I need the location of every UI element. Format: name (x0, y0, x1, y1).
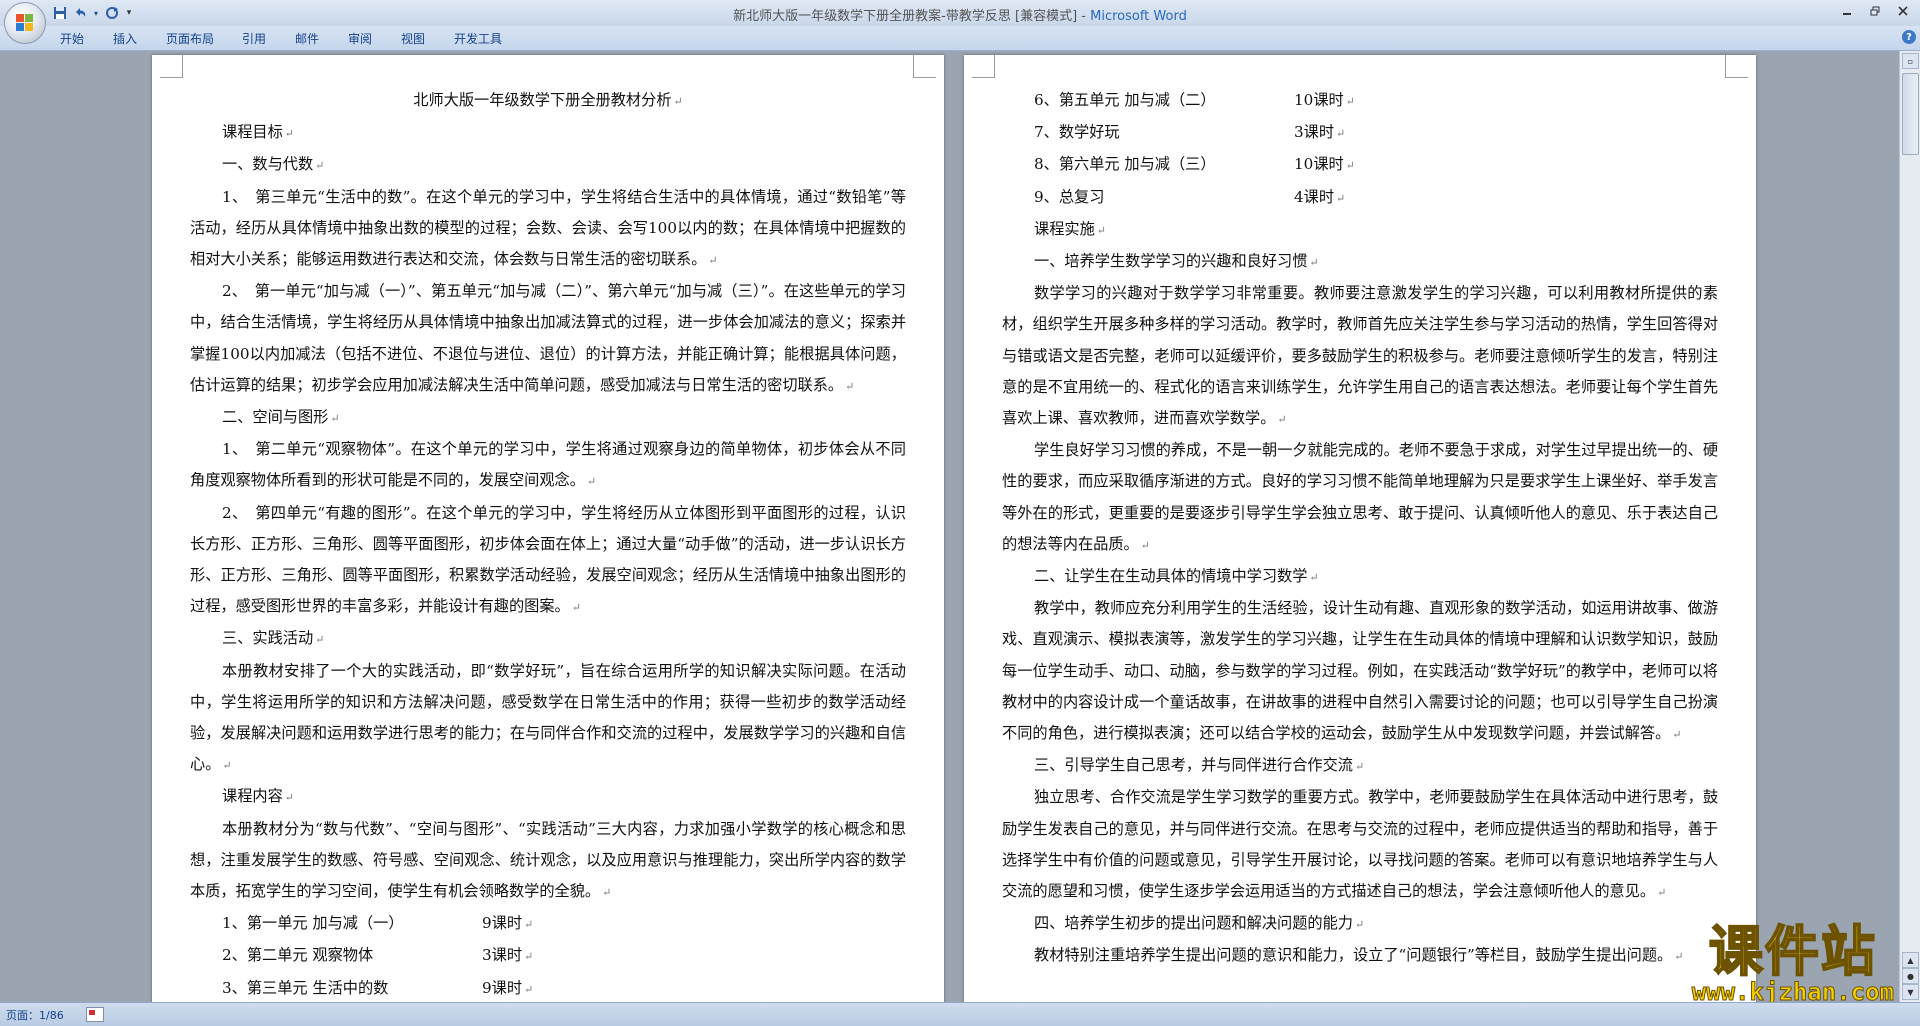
corner-mark (913, 55, 936, 78)
document-title: 北师大版一年级数学下册全册教材分析 ↵ (413, 91, 683, 109)
page-2-body[interactable]: 6、第五单元 加与减（二） 10课时 ↵ 7、数学好玩 3课时 ↵ 8、第六单元 加… (1002, 85, 1718, 973)
unit-row: 2、第二单元 观察物体 3课时 ↵ (190, 940, 906, 972)
office-button[interactable] (4, 2, 46, 44)
paragraph: 1、 第二单元“观察物体”。在这个单元的学习中，学生将通过观察身边的简单物体，初… (190, 440, 906, 490)
unit-name: 2、第二单元 观察物体 (222, 946, 374, 965)
restore-icon[interactable] (1862, 2, 1888, 20)
paragraph: 2、 第四单元“有趣的图形”。在这个单元的学习中，学生将经历从立体图形到平面图形… (190, 503, 906, 616)
unit-row: 1、第一单元 加与减（一） 9课时 ↵ (190, 908, 906, 940)
ribbon-tabs: 开始 插入 页面布局 引用 邮件 审阅 视图 开发工具 ? (0, 26, 1920, 51)
paragraph: 教材特别注重培养学生提出问题的意识和能力，设立了“问题银行”等栏目，鼓励学生提出… (1034, 946, 1684, 965)
unit-row: 9、总复习 4课时 ↵ (1002, 182, 1718, 214)
paragraph: 本册教材分为“数与代数”、“空间与图形”、“实践活动”三大内容，力求加强小学数学… (190, 819, 906, 901)
paragraph: 2、 第一单元“加与减（一）”、第五单元“加与减（二）”、第六单元“加与减（三）… (190, 282, 906, 394)
unit-row: 7、数学好玩 3课时 ↵ (1002, 117, 1718, 149)
heading: 三、引导学生自己思考，并与同伴进行合作交流 ↵ (1034, 756, 1365, 775)
paragraph: 独立思考、合作交流是学生学习数学的重要方式。教学中，老师要鼓励学生在具体活动中进… (1002, 788, 1718, 901)
unit-name: 6、第五单元 加与减（二） (1034, 91, 1216, 109)
unit-name: 9、总复习 (1034, 187, 1105, 206)
unit-name: 7、数学好玩 (1034, 123, 1120, 142)
paragraph: 学生良好学习习惯的养成，不是一朝一夕就能完成的。老师不要急于求成，对学生过早提出… (1002, 441, 1718, 553)
unit-name: 3、第三单元 生活中的数 (222, 978, 389, 997)
tab-insert[interactable]: 插入 (113, 30, 137, 47)
title-bar: ▾ ▾ 新北师大版一年级数学下册全册教案-带教学反思 [兼容模式] - Micr… (0, 0, 1920, 26)
window-title: 新北师大版一年级数学下册全册教案-带教学反思 [兼容模式] - Microsof… (0, 5, 1920, 24)
unit-hours: 3课时 ↵ (482, 946, 534, 965)
previous-page-icon[interactable]: ▲ (1902, 952, 1919, 968)
paragraph: 教学中，教师应充分利用学生的生活经验，设计生动有趣、直观形象的数学活动，如运用讲… (1002, 599, 1718, 743)
document-area[interactable]: 北师大版一年级数学下册全册教材分析 ↵ 课程目标 ↵ 一、数与代数 ↵ 1、 第三单元… (0, 51, 1900, 1002)
tab-home[interactable]: 开始 (60, 30, 84, 47)
scrollbar-thumb[interactable] (1902, 73, 1919, 155)
tab-view[interactable]: 视图 (401, 30, 425, 47)
paragraph: 1、 第三单元“生活中的数”。在这个单元的学习中，学生将结合生活中的具体情境，通… (190, 187, 906, 269)
page-count[interactable]: 页面：1/86 (6, 1007, 64, 1023)
tab-developer[interactable]: 开发工具 (454, 30, 502, 47)
corner-mark (972, 55, 995, 78)
unit-row: 8、第六单元 加与减（三） 10课时 ↵ (1002, 149, 1718, 181)
heading: 三、实践活动 ↵ (222, 629, 325, 648)
unit-name: 1、第一单元 加与减（一） (222, 914, 404, 933)
document-name: 新北师大版一年级数学下册全册教案-带教学反思 [兼容模式] (733, 9, 1078, 24)
next-page-icon[interactable]: ▼ (1902, 984, 1919, 1000)
paragraph: 数学学习的兴趣对于数学学习非常重要。教师要注意激发学生的学习兴趣，可以利用教材所… (1002, 284, 1718, 428)
watermark-url: www.kjzhan.com (1691, 978, 1894, 1006)
select-browse-object-icon[interactable]: ● (1902, 968, 1919, 984)
watermark: 课件站 www.kjzhan.com (1691, 920, 1894, 1006)
unit-hours: 9课时 ↵ (482, 978, 534, 997)
heading: 课程实施 ↵ (1034, 219, 1106, 238)
unit-name: 8、第六单元 加与减（三） (1034, 155, 1216, 174)
heading: 四、培养学生初步的提出问题和解决问题的能力 ↵ (1034, 914, 1365, 933)
page-2[interactable]: 6、第五单元 加与减（二） 10课时 ↵ 7、数学好玩 3课时 ↵ 8、第六单元 加… (964, 55, 1756, 1002)
heading: 一、数与代数 ↵ (222, 155, 325, 174)
page-1-body[interactable]: 北师大版一年级数学下册全册教材分析 ↵ 课程目标 ↵ 一、数与代数 ↵ 1、 第三单元… (190, 85, 906, 1002)
unit-hours: 3课时 ↵ (1294, 123, 1346, 142)
unit-hours: 10课时 ↵ (1294, 91, 1355, 109)
title-separator: - (1077, 9, 1091, 24)
heading: 二、空间与图形 ↵ (222, 408, 340, 427)
heading: 课程内容 ↵ (222, 787, 294, 806)
tab-mailings[interactable]: 邮件 (295, 30, 319, 47)
vertical-scrollbar[interactable]: ▫ ▲ ● ▼ (1899, 51, 1920, 1002)
unit-hours: 10课时 ↵ (1294, 155, 1355, 174)
heading: 二、让学生在生动具体的情境中学习数学 ↵ (1034, 567, 1319, 586)
minimize-icon[interactable] (1834, 2, 1860, 20)
proofing-icon[interactable] (86, 1007, 104, 1022)
heading: 课程目标 ↵ (222, 123, 294, 142)
corner-mark (1725, 55, 1748, 78)
unit-hours: 4课时 ↵ (1294, 187, 1346, 206)
help-icon[interactable]: ? (1902, 30, 1916, 44)
ruler-toggle-icon[interactable]: ▫ (1902, 53, 1919, 69)
corner-mark (160, 55, 183, 78)
heading: 一、培养学生数学学习的兴趣和良好习惯 ↵ (1034, 252, 1319, 271)
close-icon[interactable] (1890, 2, 1916, 20)
paragraph: 本册教材安排了一个大的实践活动，即“数学好玩”，旨在综合运用所学的知识解决实际问… (190, 661, 906, 774)
unit-row: 6、第五单元 加与减（二） 10课时 ↵ (1002, 85, 1718, 117)
unit-hours: 9课时 ↵ (482, 914, 534, 933)
office-logo-icon (16, 14, 34, 32)
window-controls (1834, 2, 1916, 20)
app-name: Microsoft Word (1090, 9, 1187, 24)
status-bar: 页面：1/86 (0, 1002, 1920, 1026)
tab-page-layout[interactable]: 页面布局 (166, 30, 214, 47)
tab-references[interactable]: 引用 (242, 30, 266, 47)
tab-review[interactable]: 审阅 (348, 30, 372, 47)
page-1[interactable]: 北师大版一年级数学下册全册教材分析 ↵ 课程目标 ↵ 一、数与代数 ↵ 1、 第三单元… (152, 55, 944, 1002)
unit-row: 3、第三单元 生活中的数 9课时 ↵ (190, 973, 906, 1002)
watermark-logo-text: 课件站 (1708, 920, 1877, 983)
